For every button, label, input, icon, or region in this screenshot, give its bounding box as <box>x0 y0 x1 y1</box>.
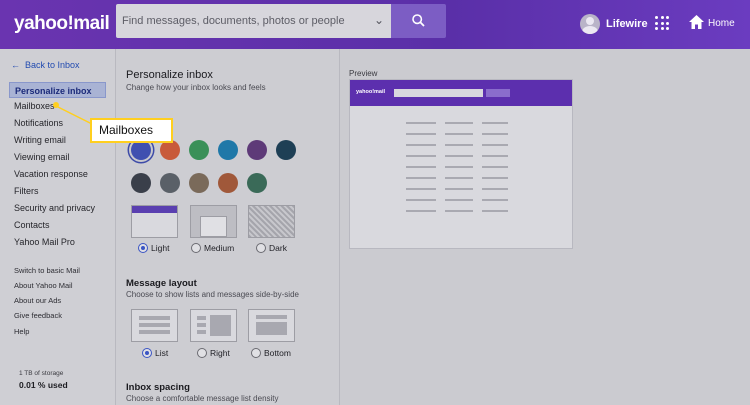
callout-leader-line <box>57 106 93 125</box>
callout-label: Mailboxes <box>90 118 173 143</box>
